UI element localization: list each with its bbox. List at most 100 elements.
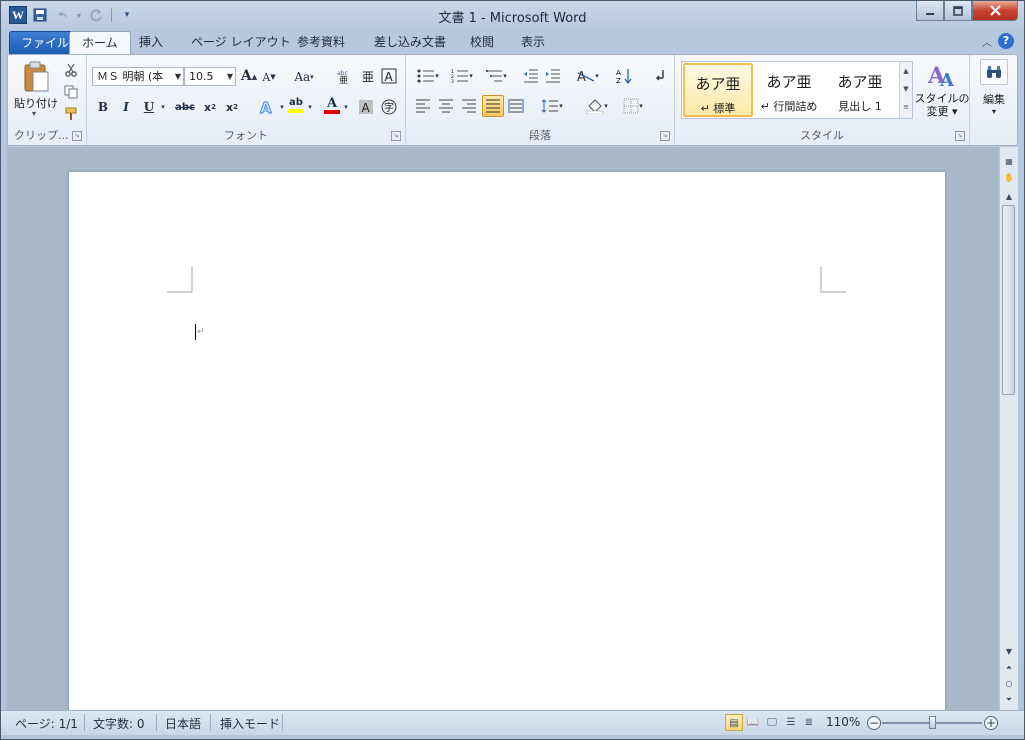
line-spacing-icon[interactable]: ▾ <box>538 96 566 116</box>
print-layout-view-icon[interactable]: ▤ <box>725 714 743 731</box>
draft-view-icon[interactable]: ≣ <box>800 714 818 731</box>
previous-page-icon[interactable]: ⏶ <box>1001 661 1017 675</box>
insert-mode-indicator[interactable]: 挿入モード <box>220 715 280 732</box>
change-styles-button[interactable]: AA スタイルの 変更 ▾ <box>912 59 972 141</box>
scroll-up-arrow-icon[interactable]: ▲ <box>1001 190 1017 204</box>
style-gallery-scroll[interactable]: ▲ ▼ ≡ <box>899 62 912 118</box>
word-count[interactable]: 文字数: 0 <box>93 715 145 732</box>
multilevel-list-icon[interactable]: ▾ <box>482 66 510 86</box>
asian-layout-icon[interactable]: A ▾ <box>574 66 602 86</box>
paragraph-launcher-icon[interactable]: ↘ <box>660 131 670 141</box>
grow-font-icon[interactable]: A ▲ <box>240 66 258 86</box>
justify-icon[interactable] <box>482 95 504 117</box>
align-left-icon[interactable] <box>414 96 432 116</box>
style-preview: あア亜 <box>766 73 812 91</box>
numbering-icon[interactable]: 1 2 3 ▾ <box>448 66 476 86</box>
tab-references[interactable]: 参考資料 <box>285 31 357 53</box>
font-name-combo[interactable]: ＭＳ 明朝 (本 ▼ <box>92 67 184 86</box>
text-effects-dropdown-icon[interactable]: ▾ <box>277 97 287 117</box>
language-indicator[interactable]: 日本語 <box>165 715 201 732</box>
style-name: 見出し 1 <box>838 100 882 113</box>
change-case-icon[interactable]: Aa ▾ <box>291 67 317 87</box>
minimize-button[interactable] <box>916 1 944 21</box>
ruler-toggle-icon[interactable]: ▦ <box>1001 155 1017 169</box>
highlight-icon[interactable]: ab <box>287 95 305 115</box>
font-size-combo[interactable]: 10.5 ▼ <box>184 67 236 86</box>
strikethrough-button[interactable]: abc <box>173 97 197 117</box>
shrink-font-icon[interactable]: A ▼ <box>261 67 277 87</box>
distributed-icon[interactable] <box>507 96 525 116</box>
full-screen-reading-icon[interactable]: 📖 <box>744 714 762 731</box>
style-no-spacing[interactable]: あア亜 ↵ 行間詰め <box>754 63 824 117</box>
document-page[interactable]: ↵ <box>69 172 945 710</box>
copy-icon[interactable] <box>62 82 80 102</box>
tab-home[interactable]: ホーム <box>69 31 131 56</box>
style-heading-1[interactable]: あア亜 見出し 1 <box>825 63 895 117</box>
chevron-down-icon: ▼ <box>174 72 181 81</box>
zoom-in-icon[interactable]: + <box>984 716 998 730</box>
shading-icon[interactable]: ▾ <box>582 96 612 116</box>
editing-button[interactable]: 編集 ▾ <box>974 59 1014 141</box>
status-separator <box>282 714 283 731</box>
align-center-icon[interactable] <box>437 96 455 116</box>
character-shading-icon[interactable]: A <box>357 97 375 117</box>
enclosed-character-icon[interactable]: 字 <box>380 97 398 117</box>
tab-view[interactable]: 表示 <box>509 31 557 53</box>
show-formatting-marks-icon[interactable] <box>650 66 668 86</box>
next-page-icon[interactable]: ⏷ <box>1001 693 1017 707</box>
web-layout-icon[interactable]: 🖵 <box>763 714 781 731</box>
help-icon[interactable]: ? <box>998 33 1014 49</box>
cut-icon[interactable] <box>62 60 80 80</box>
outline-view-icon[interactable]: ☰ <box>782 714 800 731</box>
scroll-down-icon[interactable]: ▼ <box>900 80 912 98</box>
zoom-slider-thumb[interactable] <box>929 716 936 729</box>
font-launcher-icon[interactable]: ↘ <box>391 131 401 141</box>
scroll-thumb[interactable] <box>1002 205 1015 395</box>
minimize-ribbon-icon[interactable]: ︿ <box>982 34 992 49</box>
maximize-button[interactable] <box>944 1 972 21</box>
align-right-icon[interactable] <box>460 96 478 116</box>
underline-dropdown-icon[interactable]: ▾ <box>158 97 168 117</box>
tab-review[interactable]: 校閲 <box>458 31 506 53</box>
phonetic-guide-icon[interactable]: abc 亜 <box>335 66 353 86</box>
style-standard[interactable]: あア亜 ↵ 標準 <box>683 63 753 117</box>
decrease-indent-icon[interactable] <box>522 66 540 86</box>
margin-corner-top-left <box>167 267 193 293</box>
paste-dropdown-icon[interactable]: ▾ <box>32 109 36 118</box>
close-button[interactable] <box>972 1 1018 21</box>
ribbon-home: 貼り付け ▾ クリップ... ↘ ＭＳ 明朝 (本 ▼ 10.5 ▼ A ▲ A ▼ <box>7 54 1018 146</box>
svg-text:A: A <box>939 70 955 89</box>
borders-icon[interactable]: ▾ <box>618 96 648 116</box>
highlight-dropdown-icon[interactable]: ▾ <box>305 97 315 117</box>
bold-button[interactable]: B <box>94 97 112 117</box>
format-painter-icon[interactable] <box>62 104 80 124</box>
sort-icon[interactable]: AZ <box>614 66 634 86</box>
paste-icon[interactable] <box>16 59 56 95</box>
style-name: ↵ 行間詰め <box>760 100 818 113</box>
italic-button[interactable]: I <box>117 97 135 117</box>
character-border-icon[interactable]: A <box>380 66 398 86</box>
tab-mailings[interactable]: 差し込み文書 <box>362 31 458 53</box>
enclose-characters-icon[interactable]: 亜 <box>358 66 376 86</box>
zoom-out-icon[interactable]: − <box>867 716 881 730</box>
scroll-up-icon[interactable]: ▲ <box>900 62 912 80</box>
underline-button[interactable]: U <box>140 97 158 117</box>
editing-dropdown-icon: ▾ <box>991 107 996 116</box>
scroll-down-arrow-icon[interactable]: ▼ <box>1001 645 1017 659</box>
page-count[interactable]: ページ: 1/1 <box>15 715 78 732</box>
subscript-icon[interactable]: x2 <box>201 97 219 117</box>
text-effects-icon[interactable]: A <box>257 97 279 117</box>
vertical-scrollbar[interactable]: ▦ ✋ ▲ ▼ ⏶ ○ ⏷ <box>999 147 1018 710</box>
select-browse-object-icon[interactable]: ○ <box>1001 677 1017 691</box>
zoom-level[interactable]: 110% <box>826 715 860 729</box>
font-color-dropdown-icon[interactable]: ▾ <box>341 97 351 117</box>
hand-icon[interactable]: ✋ <box>1001 171 1017 185</box>
tab-insert[interactable]: 挿入 <box>127 31 175 53</box>
clipboard-launcher-icon[interactable]: ↘ <box>72 131 82 141</box>
superscript-icon[interactable]: x2 <box>223 97 241 117</box>
more-styles-icon[interactable]: ≡ <box>900 98 912 116</box>
text-cursor <box>195 324 196 340</box>
increase-indent-icon[interactable] <box>544 66 562 86</box>
bullets-icon[interactable]: ▾ <box>414 66 442 86</box>
font-color-icon[interactable]: A <box>323 95 341 115</box>
